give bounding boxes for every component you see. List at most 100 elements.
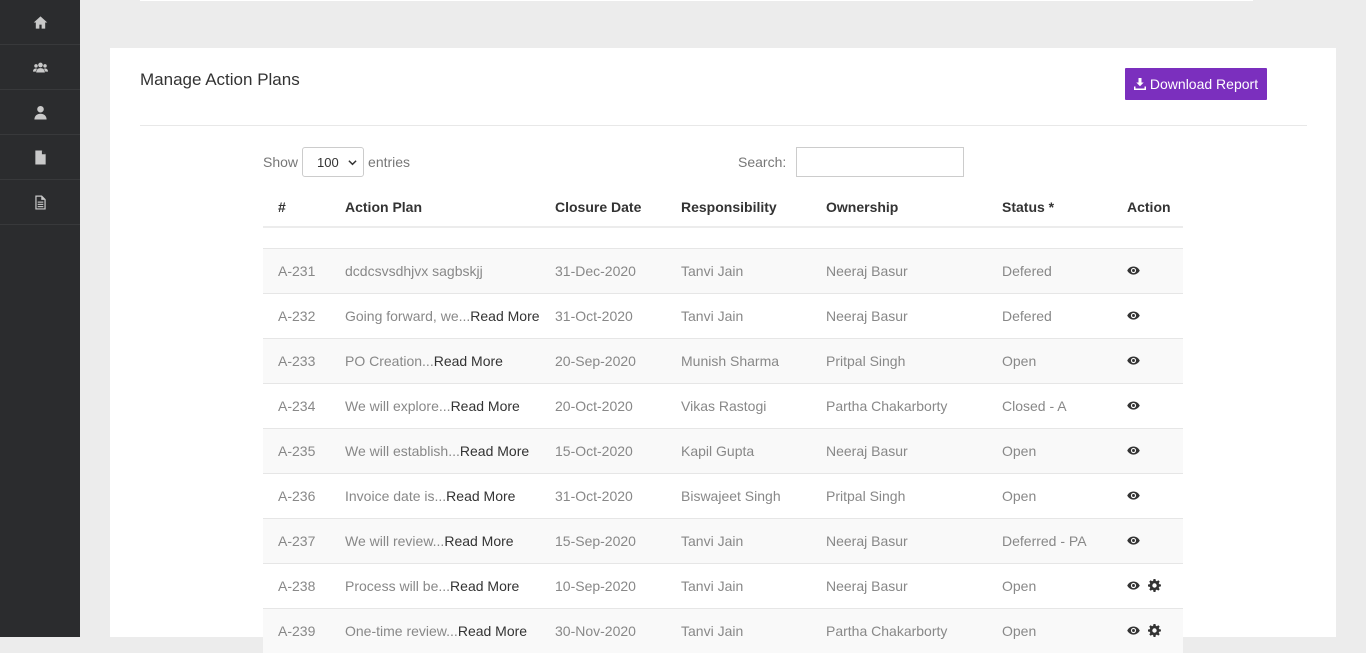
divider	[140, 125, 1307, 126]
action-icons	[1127, 622, 1183, 637]
entries-label: entries	[368, 154, 410, 170]
read-more-link[interactable]: Read More	[434, 353, 503, 369]
action-icons	[1127, 262, 1183, 277]
cell-id: A-235	[263, 429, 330, 474]
cell-closure-date: 31-Oct-2020	[540, 294, 666, 339]
column-header-action-plan[interactable]: Action Plan	[330, 188, 540, 227]
cell-status: Defered	[987, 294, 1112, 339]
column-header-id[interactable]: #	[263, 188, 330, 227]
eye-icon[interactable]	[1127, 624, 1140, 637]
cell-ownership: Neeraj Basur	[811, 294, 987, 339]
chevron-down-icon	[348, 158, 357, 167]
download-icon	[1134, 78, 1146, 90]
cell-status: Open	[987, 564, 1112, 609]
read-more-link[interactable]: Read More	[451, 398, 520, 414]
column-header-ownership[interactable]: Ownership	[811, 188, 987, 227]
cell-ownership: Neeraj Basur	[811, 519, 987, 564]
file-text-icon	[33, 195, 48, 210]
eye-icon[interactable]	[1127, 489, 1140, 502]
cell-responsibility: Munish Sharma	[666, 339, 811, 384]
gear-icon[interactable]	[1148, 624, 1161, 637]
users-icon	[33, 60, 48, 75]
eye-icon[interactable]	[1127, 534, 1140, 547]
sidebar-item-user[interactable]	[0, 90, 80, 135]
sidebar-item-users[interactable]	[0, 45, 80, 90]
read-more-link[interactable]: Read More	[470, 308, 539, 324]
cell-closure-date: 20-Oct-2020	[540, 384, 666, 429]
cell-status: Open	[987, 474, 1112, 519]
action-icons	[1127, 442, 1183, 457]
cell-action	[1112, 519, 1183, 564]
eye-icon[interactable]	[1127, 264, 1140, 277]
cell-action-plan: Process will be...Read More	[330, 564, 540, 609]
search-label: Search:	[738, 154, 786, 170]
read-more-link[interactable]: Read More	[460, 443, 529, 459]
sidebar-item-home[interactable]	[0, 0, 80, 45]
cell-id: A-236	[263, 474, 330, 519]
cell-ownership: Neeraj Basur	[811, 249, 987, 294]
cell-action	[1112, 249, 1183, 294]
action-plan-text: Going forward, we...	[345, 308, 470, 324]
gear-icon[interactable]	[1148, 579, 1161, 592]
action-plan-text: We will explore...	[345, 398, 451, 414]
entries-control: Show 100 entries	[263, 147, 410, 177]
read-more-link[interactable]: Read More	[444, 533, 513, 549]
main-panel: Manage Action Plans Download Report Show…	[110, 48, 1336, 637]
action-plan-text: Invoice date is...	[345, 488, 446, 504]
entries-select-value: 100	[317, 155, 339, 170]
page-title: Manage Action Plans	[140, 70, 300, 90]
action-plan-text: dcdcsvsdhjvx sagbskjj	[345, 263, 483, 279]
read-more-link[interactable]: Read More	[450, 578, 519, 594]
cell-responsibility: Vikas Rastogi	[666, 384, 811, 429]
cell-id: A-232	[263, 294, 330, 339]
file-icon	[33, 150, 48, 165]
action-icons	[1127, 307, 1183, 322]
cell-action-plan: We will establish...Read More	[330, 429, 540, 474]
download-report-button[interactable]: Download Report	[1125, 68, 1267, 100]
cell-ownership: Partha Chakarborty	[811, 609, 987, 653]
table-header-row: # Action Plan Closure Date Responsibilit…	[263, 188, 1183, 227]
sidebar-item-document[interactable]	[0, 180, 80, 225]
table-row: A-238Process will be...Read More10-Sep-2…	[263, 564, 1183, 609]
column-header-status[interactable]: Status *	[987, 188, 1112, 227]
eye-icon[interactable]	[1127, 309, 1140, 322]
cell-ownership: Partha Chakarborty	[811, 384, 987, 429]
sidebar	[0, 0, 80, 637]
read-more-link[interactable]: Read More	[446, 488, 515, 504]
cell-closure-date: 10-Sep-2020	[540, 564, 666, 609]
search-input[interactable]	[796, 147, 964, 177]
table-body: A-231dcdcsvsdhjvx sagbskjj31-Dec-2020Tan…	[263, 227, 1183, 653]
sidebar-item-file[interactable]	[0, 135, 80, 180]
cell-closure-date: 31-Oct-2020	[540, 474, 666, 519]
action-icons	[1127, 532, 1183, 547]
cell-closure-date: 15-Sep-2020	[540, 519, 666, 564]
cell-responsibility: Tanvi Jain	[666, 249, 811, 294]
table-row: A-234 We will explore...Read More 20-Oct-2…	[263, 384, 1183, 429]
column-header-responsibility[interactable]: Responsibility	[666, 188, 811, 227]
cell-id: A-237	[263, 519, 330, 564]
table-row: A-239One-time review...Read More30-Nov-2…	[263, 609, 1183, 653]
cell-action	[1112, 609, 1183, 653]
action-icons	[1127, 577, 1183, 592]
search-control: Search:	[738, 147, 964, 177]
cell-status: Open	[987, 339, 1112, 384]
cell-id: A-234	[263, 384, 330, 429]
cell-action-plan: One-time review...Read More	[330, 609, 540, 653]
eye-icon[interactable]	[1127, 399, 1140, 412]
column-header-closure-date[interactable]: Closure Date	[540, 188, 666, 227]
cell-action	[1112, 294, 1183, 339]
eye-icon[interactable]	[1127, 579, 1140, 592]
eye-icon[interactable]	[1127, 444, 1140, 457]
cell-ownership: Neeraj Basur	[811, 564, 987, 609]
cell-status: Open	[987, 429, 1112, 474]
cell-id: A-239	[263, 609, 330, 653]
eye-icon[interactable]	[1127, 354, 1140, 367]
cell-id: A-233	[263, 339, 330, 384]
cell-status: Deferred - PA	[987, 519, 1112, 564]
entries-select[interactable]: 100	[302, 147, 364, 177]
cell-action	[1112, 339, 1183, 384]
action-plan-text: We will establish...	[345, 443, 460, 459]
cell-action	[1112, 564, 1183, 609]
table-row: A-236 Invoice date is...Read More 31-Oct-2…	[263, 474, 1183, 519]
cell-responsibility: Tanvi Jain	[666, 609, 811, 653]
